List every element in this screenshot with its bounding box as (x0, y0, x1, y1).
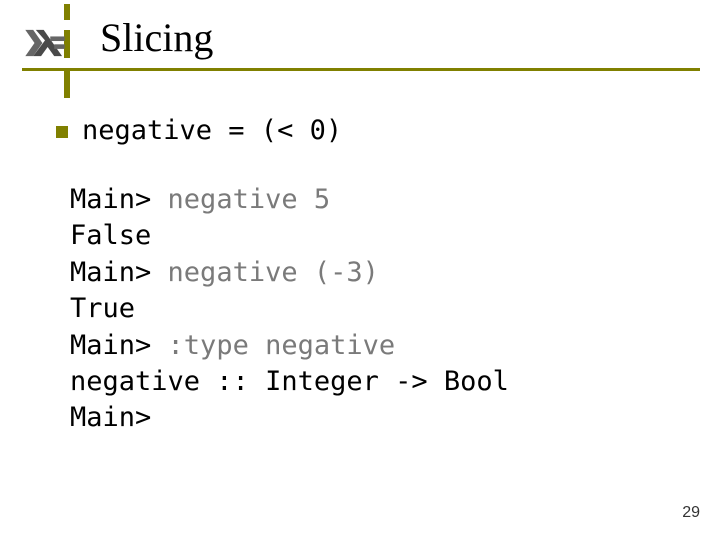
repl-prompt: Main> (70, 257, 168, 288)
decor-tick (64, 70, 70, 98)
decor-tick (64, 4, 70, 20)
repl-input: :type negative (168, 330, 396, 361)
repl-prompt: Main> (70, 402, 151, 433)
repl-output: True (70, 293, 135, 324)
page-number: 29 (682, 504, 700, 522)
repl-input: negative 5 (168, 184, 331, 215)
repl-prompt: Main> (70, 184, 168, 215)
repl-input: negative (-3) (168, 257, 379, 288)
slide-title: Slicing (100, 14, 213, 61)
bullet-icon (56, 126, 68, 138)
repl-session: Main> negative 5 False Main> negative (-… (70, 182, 664, 437)
repl-output: negative :: Integer -> Bool (70, 366, 509, 397)
haskell-logo-icon (24, 28, 66, 58)
title-underline (22, 68, 700, 71)
repl-prompt: Main> (70, 330, 168, 361)
repl-output: False (70, 220, 151, 251)
definition-code: negative = (< 0) (82, 114, 342, 148)
